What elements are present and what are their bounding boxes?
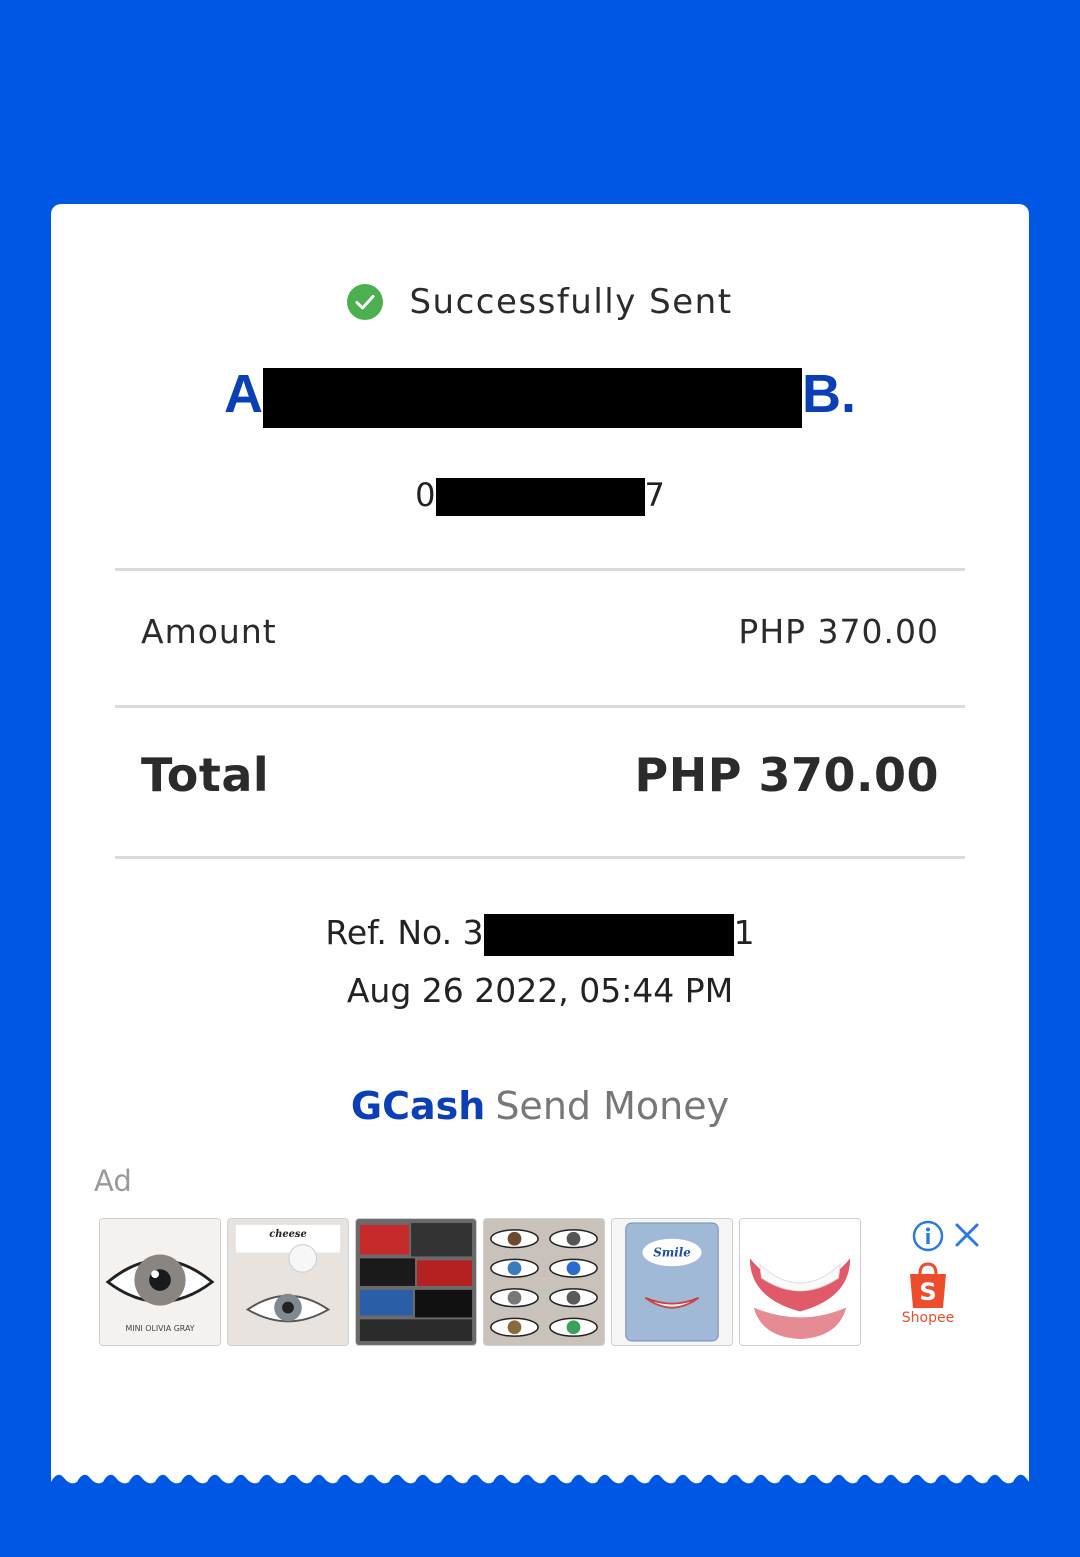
reference-number: Ref. No. 3 1	[0, 910, 1080, 956]
ref-suffix: 1	[733, 913, 755, 952]
advertiser-name: Shopee	[901, 1310, 955, 1326]
recipient-suffix: B.	[802, 364, 856, 424]
shopee-bag-icon: S	[910, 1262, 946, 1308]
transaction-date: Aug 26 2022, 05:44 PM	[346, 971, 734, 1010]
phone-prefix: 0	[415, 476, 436, 514]
receipt-zigzag-edge	[51, 1474, 1029, 1500]
denture-image	[740, 1219, 860, 1345]
thumb-caption: Smile	[653, 1245, 690, 1259]
status-text: Successfully Sent	[409, 282, 733, 322]
ad-thumbnail[interactable]	[483, 1218, 605, 1346]
service-name: Send Money	[495, 1084, 730, 1128]
status-line: Successfully Sent	[0, 282, 1080, 322]
redaction-bar	[263, 367, 802, 428]
recipient-phone: 07	[0, 474, 1080, 516]
eye-lens-image: MINI OLIVIA GRAY	[100, 1219, 220, 1345]
info-icon[interactable]	[912, 1220, 944, 1252]
thumb-caption: MINI OLIVIA GRAY	[125, 1324, 194, 1333]
service-brand: GCash Send Money	[0, 1080, 1080, 1132]
brand-name: GCash	[350, 1084, 486, 1128]
ad-thumbnail[interactable]: Smile	[611, 1218, 733, 1346]
ad-label: Ad	[94, 1164, 132, 1198]
total-label: Total	[141, 748, 270, 802]
ref-prefix: Ref. No. 3	[325, 913, 484, 952]
recipient-name: A B.	[0, 362, 1080, 428]
redaction-bar	[435, 478, 645, 516]
total-value: PHP 370.00	[634, 748, 939, 802]
ad-thumbnail[interactable]: MINI OLIVIA GRAY	[99, 1218, 221, 1346]
check-circle-icon	[347, 284, 384, 320]
redaction-bar	[483, 913, 734, 956]
colored-lenses-image	[484, 1219, 604, 1345]
shopee-logo[interactable]: S Shopee	[900, 1262, 956, 1332]
ad-thumbnail[interactable]	[739, 1218, 861, 1346]
ad-thumbnail[interactable]	[355, 1218, 477, 1346]
close-icon[interactable]	[952, 1220, 982, 1250]
bags-image	[356, 1219, 476, 1345]
divider	[115, 568, 965, 571]
amount-value: PHP 370.00	[738, 612, 939, 651]
amount-label: Amount	[141, 612, 277, 651]
divider	[115, 705, 965, 708]
ad-banner[interactable]: MINI OLIVIA GRAY cheese Smile	[99, 1218, 861, 1346]
divider	[115, 856, 965, 859]
eye-lens-image: cheese	[228, 1219, 348, 1345]
recipient-prefix: A	[224, 364, 263, 424]
thumb-caption: cheese	[269, 1229, 306, 1240]
smile-box-image: Smile	[612, 1219, 732, 1345]
phone-suffix: 7	[644, 476, 665, 514]
ad-thumbnail[interactable]: cheese	[227, 1218, 349, 1346]
svg-text:S: S	[919, 1278, 936, 1306]
